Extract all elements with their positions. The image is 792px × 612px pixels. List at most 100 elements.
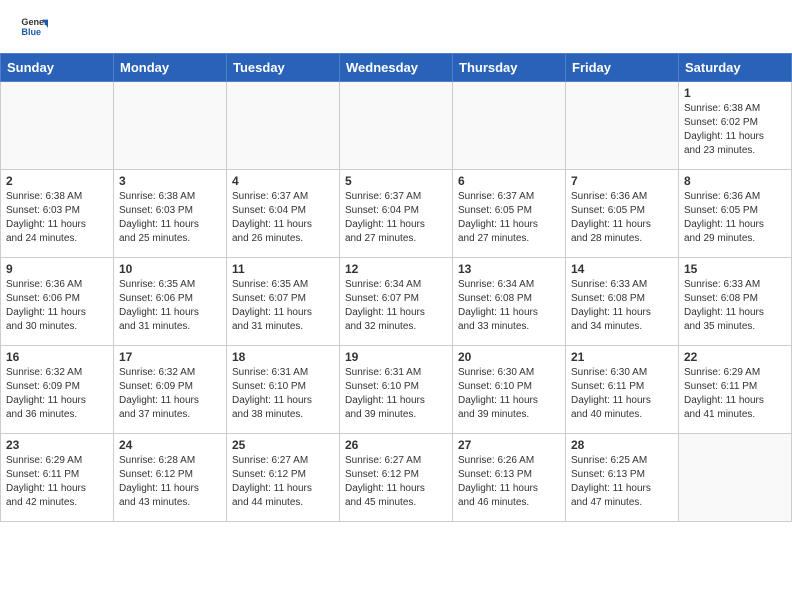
weekday-wednesday: Wednesday	[340, 54, 453, 82]
day-number: 4	[232, 174, 334, 188]
day-cell: 17 Sunrise: 6:32 AM Sunset: 6:09 PM Dayli…	[114, 346, 227, 434]
day-number: 8	[684, 174, 786, 188]
day-number: 14	[571, 262, 673, 276]
day-cell: 11 Sunrise: 6:35 AM Sunset: 6:07 PM Dayli…	[227, 258, 340, 346]
day-info: Sunrise: 6:37 AM Sunset: 6:04 PM Dayligh…	[232, 190, 334, 246]
day-number: 11	[232, 262, 334, 276]
day-number: 3	[119, 174, 221, 188]
weekday-saturday: Saturday	[679, 54, 792, 82]
day-number: 1	[684, 86, 786, 100]
svg-text:Blue: Blue	[21, 27, 41, 37]
day-number: 20	[458, 350, 560, 364]
day-info: Sunrise: 6:27 AM Sunset: 6:12 PM Dayligh…	[345, 454, 447, 510]
day-cell	[679, 434, 792, 522]
day-cell: 14 Sunrise: 6:33 AM Sunset: 6:08 PM Dayli…	[566, 258, 679, 346]
day-info: Sunrise: 6:25 AM Sunset: 6:13 PM Dayligh…	[571, 454, 673, 510]
day-number: 27	[458, 438, 560, 452]
day-cell	[340, 82, 453, 170]
weekday-monday: Monday	[114, 54, 227, 82]
week-row-5: 23 Sunrise: 6:29 AM Sunset: 6:11 PM Dayli…	[1, 434, 792, 522]
day-info: Sunrise: 6:28 AM Sunset: 6:12 PM Dayligh…	[119, 454, 221, 510]
day-info: Sunrise: 6:29 AM Sunset: 6:11 PM Dayligh…	[684, 366, 786, 422]
week-row-4: 16 Sunrise: 6:32 AM Sunset: 6:09 PM Dayli…	[1, 346, 792, 434]
day-number: 2	[6, 174, 108, 188]
day-info: Sunrise: 6:36 AM Sunset: 6:05 PM Dayligh…	[684, 190, 786, 246]
day-info: Sunrise: 6:38 AM Sunset: 6:03 PM Dayligh…	[119, 190, 221, 246]
weekday-sunday: Sunday	[1, 54, 114, 82]
day-info: Sunrise: 6:31 AM Sunset: 6:10 PM Dayligh…	[345, 366, 447, 422]
day-cell	[566, 82, 679, 170]
logo-icon: General Blue	[20, 14, 48, 42]
day-number: 7	[571, 174, 673, 188]
day-cell: 27 Sunrise: 6:26 AM Sunset: 6:13 PM Dayli…	[453, 434, 566, 522]
day-number: 15	[684, 262, 786, 276]
day-info: Sunrise: 6:26 AM Sunset: 6:13 PM Dayligh…	[458, 454, 560, 510]
day-info: Sunrise: 6:36 AM Sunset: 6:06 PM Dayligh…	[6, 278, 108, 334]
day-cell: 12 Sunrise: 6:34 AM Sunset: 6:07 PM Dayli…	[340, 258, 453, 346]
day-cell: 2 Sunrise: 6:38 AM Sunset: 6:03 PM Daylig…	[1, 170, 114, 258]
day-cell	[453, 82, 566, 170]
day-info: Sunrise: 6:37 AM Sunset: 6:04 PM Dayligh…	[345, 190, 447, 246]
day-number: 19	[345, 350, 447, 364]
day-info: Sunrise: 6:38 AM Sunset: 6:03 PM Dayligh…	[6, 190, 108, 246]
day-info: Sunrise: 6:33 AM Sunset: 6:08 PM Dayligh…	[684, 278, 786, 334]
day-cell: 15 Sunrise: 6:33 AM Sunset: 6:08 PM Dayli…	[679, 258, 792, 346]
day-number: 9	[6, 262, 108, 276]
day-info: Sunrise: 6:29 AM Sunset: 6:11 PM Dayligh…	[6, 454, 108, 510]
page-header: General Blue	[0, 0, 792, 53]
day-info: Sunrise: 6:33 AM Sunset: 6:08 PM Dayligh…	[571, 278, 673, 334]
day-info: Sunrise: 6:32 AM Sunset: 6:09 PM Dayligh…	[6, 366, 108, 422]
day-cell: 24 Sunrise: 6:28 AM Sunset: 6:12 PM Dayli…	[114, 434, 227, 522]
day-cell: 7 Sunrise: 6:36 AM Sunset: 6:05 PM Daylig…	[566, 170, 679, 258]
day-number: 13	[458, 262, 560, 276]
day-info: Sunrise: 6:34 AM Sunset: 6:08 PM Dayligh…	[458, 278, 560, 334]
day-cell: 1 Sunrise: 6:38 AM Sunset: 6:02 PM Daylig…	[679, 82, 792, 170]
day-info: Sunrise: 6:30 AM Sunset: 6:10 PM Dayligh…	[458, 366, 560, 422]
day-info: Sunrise: 6:35 AM Sunset: 6:06 PM Dayligh…	[119, 278, 221, 334]
day-number: 26	[345, 438, 447, 452]
day-number: 12	[345, 262, 447, 276]
day-cell: 6 Sunrise: 6:37 AM Sunset: 6:05 PM Daylig…	[453, 170, 566, 258]
week-row-1: 1 Sunrise: 6:38 AM Sunset: 6:02 PM Daylig…	[1, 82, 792, 170]
day-info: Sunrise: 6:34 AM Sunset: 6:07 PM Dayligh…	[345, 278, 447, 334]
weekday-thursday: Thursday	[453, 54, 566, 82]
day-number: 21	[571, 350, 673, 364]
day-cell: 16 Sunrise: 6:32 AM Sunset: 6:09 PM Dayli…	[1, 346, 114, 434]
day-cell: 26 Sunrise: 6:27 AM Sunset: 6:12 PM Dayli…	[340, 434, 453, 522]
weekday-header-row: SundayMondayTuesdayWednesdayThursdayFrid…	[1, 54, 792, 82]
day-cell	[227, 82, 340, 170]
svg-text:General: General	[21, 17, 48, 27]
day-number: 6	[458, 174, 560, 188]
week-row-3: 9 Sunrise: 6:36 AM Sunset: 6:06 PM Daylig…	[1, 258, 792, 346]
day-cell: 18 Sunrise: 6:31 AM Sunset: 6:10 PM Dayli…	[227, 346, 340, 434]
day-number: 10	[119, 262, 221, 276]
day-cell: 13 Sunrise: 6:34 AM Sunset: 6:08 PM Dayli…	[453, 258, 566, 346]
day-cell: 4 Sunrise: 6:37 AM Sunset: 6:04 PM Daylig…	[227, 170, 340, 258]
day-cell: 20 Sunrise: 6:30 AM Sunset: 6:10 PM Dayli…	[453, 346, 566, 434]
day-number: 16	[6, 350, 108, 364]
day-cell	[1, 82, 114, 170]
day-number: 28	[571, 438, 673, 452]
day-cell: 10 Sunrise: 6:35 AM Sunset: 6:06 PM Dayli…	[114, 258, 227, 346]
day-number: 23	[6, 438, 108, 452]
day-info: Sunrise: 6:36 AM Sunset: 6:05 PM Dayligh…	[571, 190, 673, 246]
day-info: Sunrise: 6:37 AM Sunset: 6:05 PM Dayligh…	[458, 190, 560, 246]
day-number: 24	[119, 438, 221, 452]
day-number: 5	[345, 174, 447, 188]
day-cell: 8 Sunrise: 6:36 AM Sunset: 6:05 PM Daylig…	[679, 170, 792, 258]
weekday-tuesday: Tuesday	[227, 54, 340, 82]
day-info: Sunrise: 6:31 AM Sunset: 6:10 PM Dayligh…	[232, 366, 334, 422]
day-number: 22	[684, 350, 786, 364]
weekday-friday: Friday	[566, 54, 679, 82]
day-number: 18	[232, 350, 334, 364]
day-info: Sunrise: 6:35 AM Sunset: 6:07 PM Dayligh…	[232, 278, 334, 334]
day-info: Sunrise: 6:32 AM Sunset: 6:09 PM Dayligh…	[119, 366, 221, 422]
day-number: 25	[232, 438, 334, 452]
day-number: 17	[119, 350, 221, 364]
day-info: Sunrise: 6:27 AM Sunset: 6:12 PM Dayligh…	[232, 454, 334, 510]
day-cell	[114, 82, 227, 170]
day-cell: 21 Sunrise: 6:30 AM Sunset: 6:11 PM Dayli…	[566, 346, 679, 434]
day-info: Sunrise: 6:30 AM Sunset: 6:11 PM Dayligh…	[571, 366, 673, 422]
day-cell: 3 Sunrise: 6:38 AM Sunset: 6:03 PM Daylig…	[114, 170, 227, 258]
day-info: Sunrise: 6:38 AM Sunset: 6:02 PM Dayligh…	[684, 102, 786, 158]
